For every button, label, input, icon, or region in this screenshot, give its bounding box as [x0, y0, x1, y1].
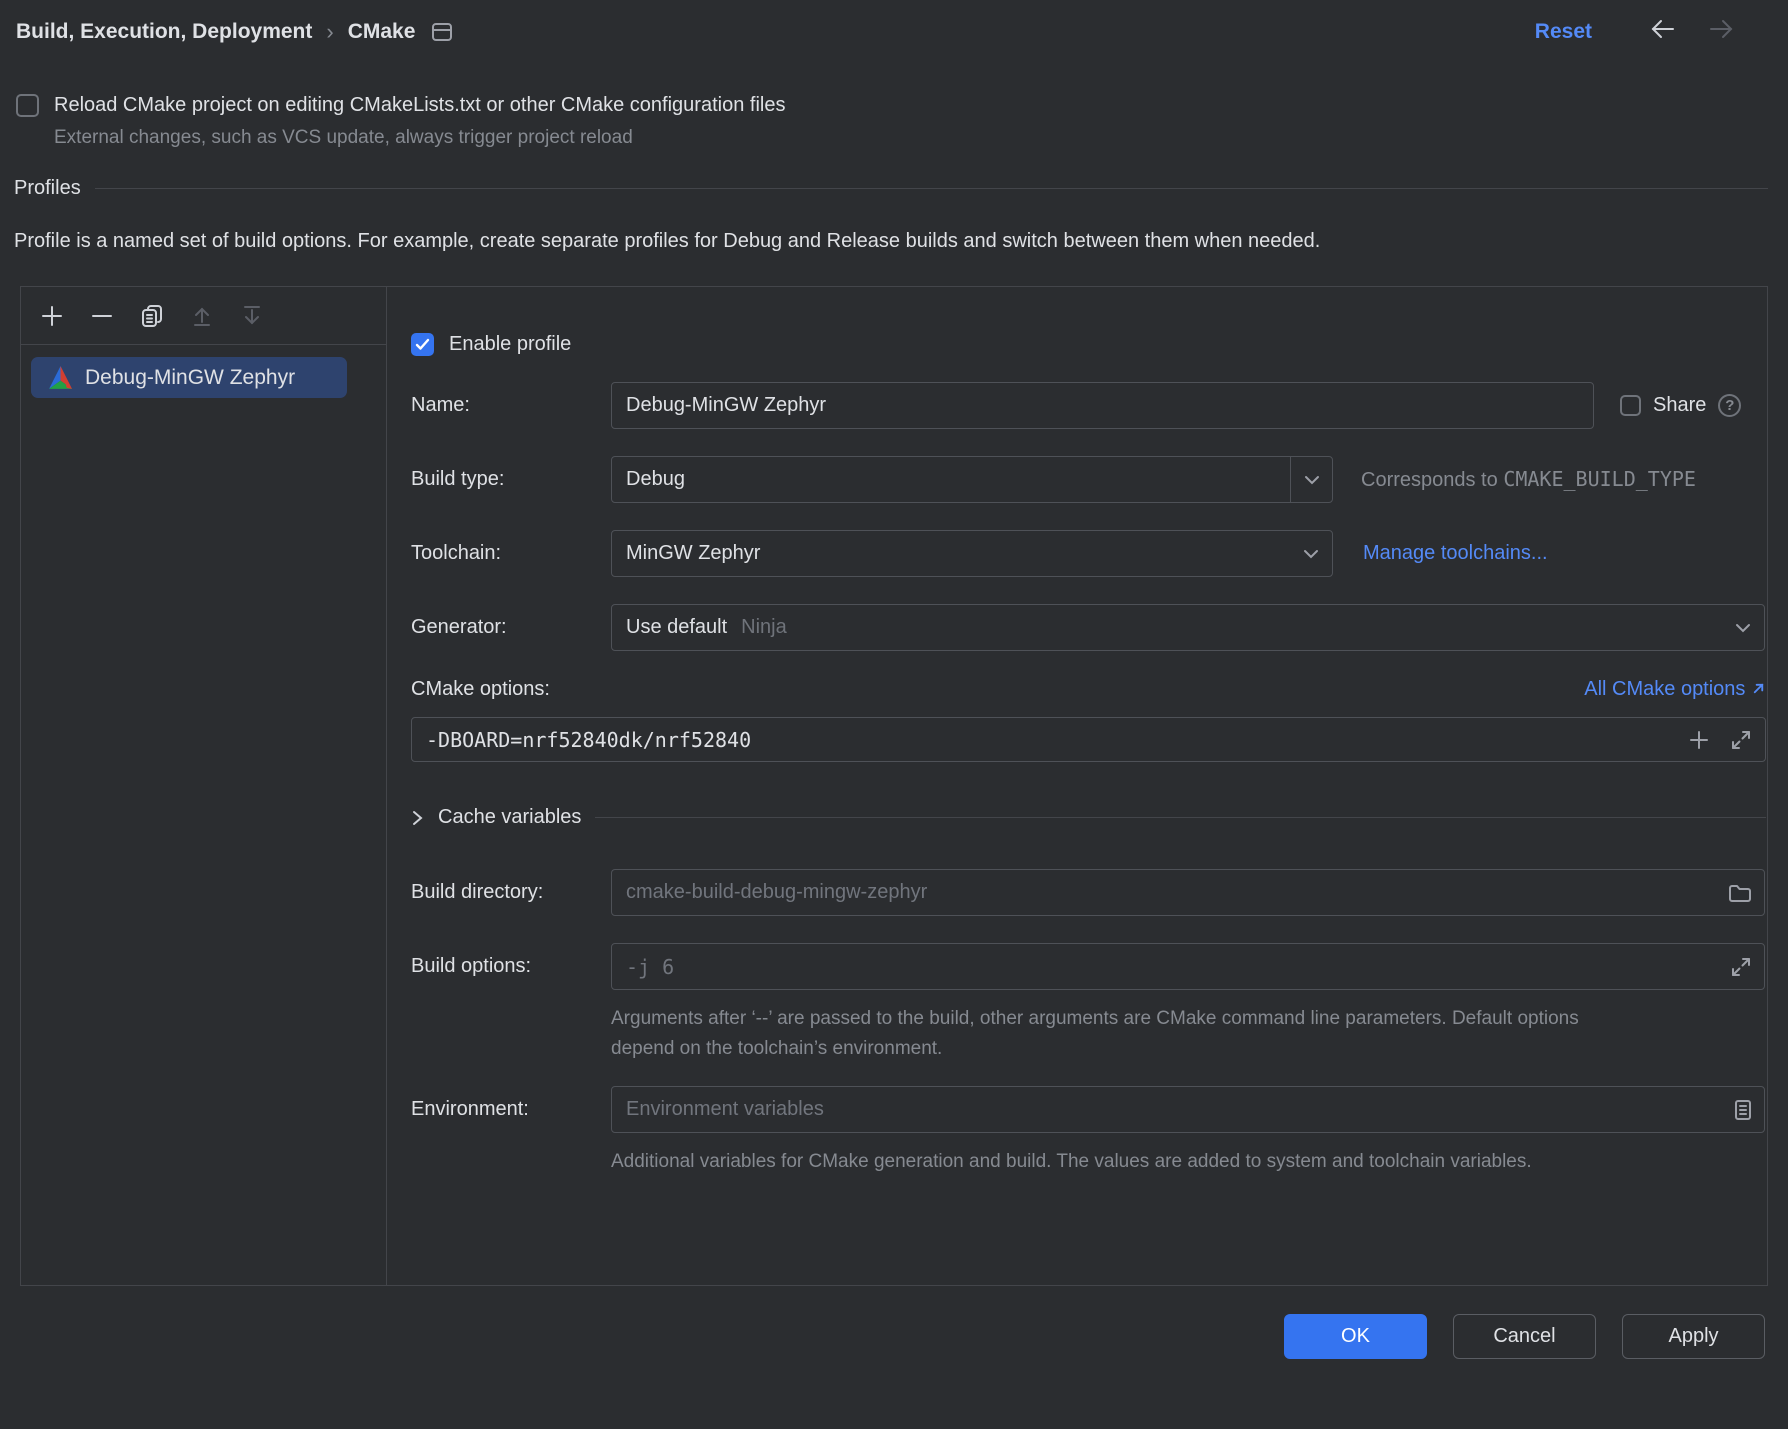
section-divider [95, 188, 1768, 189]
breadcrumb-root[interactable]: Build, Execution, Deployment [16, 20, 312, 44]
variables-list-icon[interactable] [1734, 1099, 1752, 1121]
breadcrumb: Build, Execution, Deployment › CMake [16, 19, 453, 45]
profile-list-item[interactable]: Debug-MinGW Zephyr [31, 357, 347, 398]
reload-cmake-label: Reload CMake project on editing CMakeLis… [54, 94, 785, 117]
chevron-down-icon [1722, 605, 1764, 650]
profiles-section-header: Profiles [14, 177, 1768, 200]
move-up-icon[interactable] [189, 303, 215, 329]
toolchain-select[interactable]: MinGW Zephyr [611, 530, 1333, 577]
enable-profile-checkbox[interactable] [411, 333, 434, 356]
header-actions: Reset [1535, 16, 1736, 48]
add-option-icon[interactable] [1688, 729, 1710, 751]
section-divider [595, 817, 1766, 818]
cancel-button[interactable]: Cancel [1453, 1314, 1596, 1359]
profiles-editor: Debug-MinGW Zephyr Enable profile Name: … [20, 286, 1768, 1286]
external-link-icon [1751, 681, 1766, 696]
reload-cmake-checkbox[interactable] [16, 94, 39, 117]
reload-cmake-block: Reload CMake project on editing CMakeLis… [16, 94, 1788, 149]
manage-toolchains-link[interactable]: Manage toolchains... [1363, 542, 1548, 565]
generator-label: Generator: [411, 616, 611, 639]
chevron-down-icon [1290, 531, 1332, 576]
share-label: Share [1653, 394, 1706, 417]
profiles-list-panel: Debug-MinGW Zephyr [21, 287, 387, 1285]
build-options-hint: Arguments after ‘--’ are passed to the b… [611, 1004, 1626, 1064]
build-type-label: Build type: [411, 468, 611, 491]
build-type-value: Debug [626, 468, 685, 491]
environment-hint: Additional variables for CMake generatio… [611, 1147, 1656, 1177]
plus-icon[interactable] [39, 303, 65, 329]
build-type-note: Corresponds to CMAKE_BUILD_TYPE [1361, 467, 1696, 492]
name-label: Name: [411, 394, 611, 417]
help-icon[interactable]: ? [1718, 394, 1741, 417]
move-down-icon[interactable] [239, 303, 265, 329]
expand-icon[interactable] [1730, 956, 1752, 978]
build-options-label: Build options: [411, 955, 611, 978]
breadcrumb-current: CMake [348, 20, 416, 44]
ok-button[interactable]: OK [1284, 1314, 1427, 1359]
folder-icon[interactable] [1728, 883, 1752, 903]
generator-value: Use default [626, 616, 727, 639]
build-type-select[interactable]: Debug [611, 456, 1333, 503]
window-icon [429, 22, 453, 42]
profile-list-item-label: Debug-MinGW Zephyr [85, 366, 295, 390]
profiles-toolbar [21, 287, 386, 345]
forward-arrow-icon[interactable] [1706, 16, 1736, 48]
build-directory-input[interactable] [611, 869, 1765, 916]
enable-profile-label: Enable profile [449, 333, 571, 356]
environment-input[interactable] [611, 1086, 1765, 1133]
chevron-down-icon [1290, 457, 1332, 502]
toolchain-label: Toolchain: [411, 542, 611, 565]
expand-icon[interactable] [1730, 729, 1752, 751]
copy-icon[interactable] [139, 303, 165, 329]
back-arrow-icon[interactable] [1648, 16, 1678, 48]
minus-icon[interactable] [89, 303, 115, 329]
toolchain-value: MinGW Zephyr [626, 542, 760, 565]
reload-cmake-hint: External changes, such as VCS update, al… [54, 127, 1788, 149]
cmake-options-label: CMake options: [411, 678, 550, 701]
reset-button[interactable]: Reset [1535, 20, 1592, 44]
apply-button[interactable]: Apply [1622, 1314, 1765, 1359]
environment-label: Environment: [411, 1098, 611, 1121]
generator-default-hint: Ninja [741, 616, 787, 639]
profiles-list: Debug-MinGW Zephyr [21, 345, 386, 410]
settings-header: Build, Execution, Deployment › CMake Res… [0, 0, 1788, 48]
cache-variables-label: Cache variables [438, 806, 581, 829]
profiles-section-title: Profiles [14, 177, 81, 200]
share-checkbox[interactable] [1620, 395, 1641, 416]
name-input[interactable] [611, 382, 1594, 429]
chevron-right-icon: › [326, 19, 333, 45]
generator-select[interactable]: Use default Ninja [611, 604, 1765, 651]
cache-variables-toggle[interactable]: Cache variables [411, 806, 1766, 829]
cmake-icon [47, 364, 74, 391]
dialog-footer: OK Cancel Apply [0, 1314, 1788, 1359]
profile-form: Enable profile Name: Share ? Build type:… [387, 287, 1770, 1285]
build-options-input[interactable] [611, 943, 1765, 990]
build-directory-label: Build directory: [411, 881, 611, 904]
all-cmake-options-link[interactable]: All CMake options [1584, 678, 1766, 701]
cmake-options-input[interactable] [411, 717, 1766, 762]
profiles-description: Profile is a named set of build options.… [14, 226, 1544, 256]
chevron-right-icon [411, 808, 424, 828]
